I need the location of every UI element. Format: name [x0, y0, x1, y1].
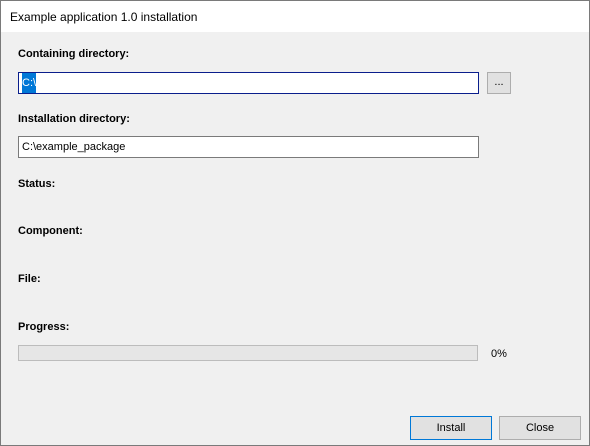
install-button[interactable]: Install: [410, 416, 492, 440]
file-label: File:: [18, 273, 41, 285]
installation-directory-value: C:\example_package: [22, 141, 126, 153]
containing-directory-value: C:\: [22, 73, 37, 93]
containing-directory-input[interactable]: C:\: [18, 72, 479, 94]
close-button[interactable]: Close: [499, 416, 581, 440]
progress-bar: [18, 345, 478, 361]
component-label: Component:: [18, 225, 83, 237]
installation-directory-label: Installation directory:: [18, 113, 130, 125]
containing-directory-label: Containing directory:: [18, 48, 130, 60]
progress-label: Progress:: [18, 321, 70, 333]
progress-percent: 0%: [491, 348, 507, 360]
installer-window: Example application 1.0 installation Con…: [0, 0, 590, 446]
installation-directory-input[interactable]: C:\example_package: [18, 136, 479, 158]
window-title: Example application 1.0 installation: [10, 10, 198, 24]
browse-button[interactable]: ...: [487, 72, 511, 94]
status-label: Status:: [18, 178, 56, 190]
title-bar[interactable]: Example application 1.0 installation: [1, 1, 589, 32]
